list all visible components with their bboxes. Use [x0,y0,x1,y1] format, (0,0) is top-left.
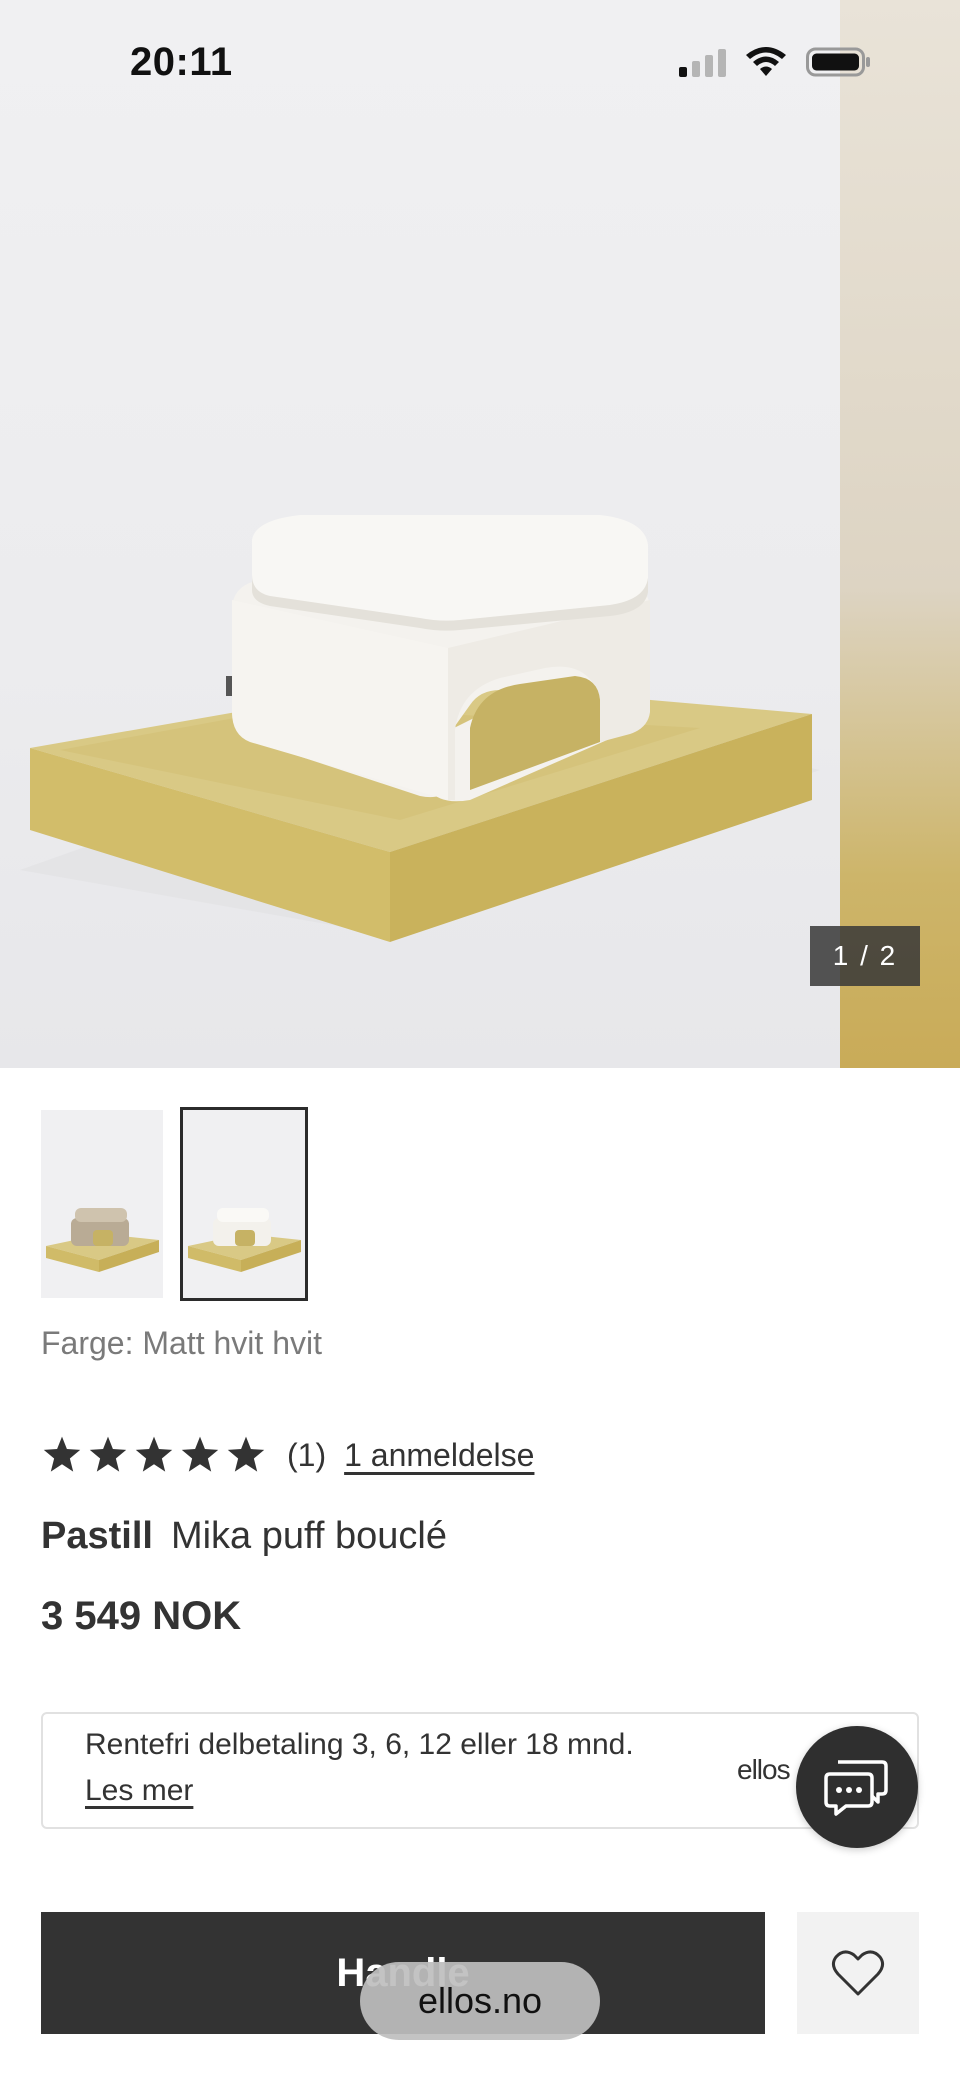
star-icon [135,1436,173,1472]
favorite-button[interactable] [797,1912,919,2034]
star-icon [227,1436,265,1472]
thumbnail-2-selected[interactable] [180,1107,308,1301]
product-image-gallery[interactable]: 1 / 2 [0,0,960,1068]
star-icon [181,1436,219,1472]
rating-stars [41,1434,267,1476]
status-bar: 20:11 [0,0,960,130]
product-image-next-preview[interactable] [840,0,960,1068]
ellos-logo: ellos [737,1754,791,1785]
color-label: Farge: Matt hvit hvit [41,1325,322,1361]
pouf-illustration [20,515,820,942]
reviews-link[interactable]: 1 anmeldelse [344,1437,534,1474]
financing-text: Rentefri delbetaling 3, 6, 12 eller 18 m… [85,1728,634,1761]
chat-icon [824,1760,888,1816]
heart-icon [831,1950,885,1996]
product-name: Mika puff bouclé [170,1515,447,1557]
signal-icon [679,47,726,77]
product-image-main[interactable] [0,0,840,1068]
battery-icon [806,47,870,77]
wifi-icon [746,47,786,76]
image-counter: 1 / 2 [810,926,920,986]
thumbnail-strip [41,1107,308,1301]
rating-count: (1) [287,1436,327,1473]
financing-read-more-link[interactable]: Les mer [85,1774,193,1808]
browser-url-pill[interactable]: ellos.no [360,1962,600,2040]
product-brand[interactable]: Pastill [41,1515,153,1557]
thumbnail-1-image [46,1208,159,1272]
thumbnail-1[interactable] [41,1110,163,1298]
thumbnail-2-image [188,1208,301,1272]
financing-banner: Rentefri delbetaling 3, 6, 12 eller 18 m… [41,1712,919,1829]
product-price: 3 549 NOK [41,1594,242,1638]
rating-row: (1) 1 anmeldelse [41,1430,534,1480]
star-icon [89,1436,127,1472]
status-time: 20:11 [130,40,233,84]
star-icon [43,1436,81,1472]
product-title: Pastill Mika puff bouclé [41,1515,447,1558]
chat-button[interactable] [796,1726,918,1848]
status-icons [679,46,872,78]
